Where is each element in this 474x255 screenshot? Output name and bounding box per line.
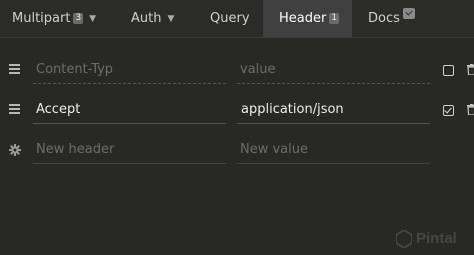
tab-auth[interactable]: Auth ▼ bbox=[131, 0, 174, 37]
tab-multipart[interactable]: Multipart 3 ▼ bbox=[12, 0, 96, 37]
tab-docs[interactable]: Docs bbox=[368, 0, 415, 37]
chevron-down-icon: ▼ bbox=[167, 13, 175, 24]
header-name-input[interactable]: Accept bbox=[33, 96, 226, 124]
header-value-input[interactable]: value bbox=[237, 56, 430, 84]
trash-icon[interactable] bbox=[467, 104, 474, 115]
tab-bar: Multipart 3 ▼ Auth ▼ Query Header 1 Docs bbox=[0, 0, 474, 38]
header-enabled-checkbox[interactable] bbox=[443, 65, 454, 76]
header-value-input[interactable]: application/json bbox=[237, 96, 430, 124]
header-enabled-checkbox[interactable] bbox=[443, 105, 454, 116]
tab-query[interactable]: Query bbox=[210, 0, 250, 37]
new-header-row: New header New value bbox=[0, 130, 474, 170]
new-header-value-input[interactable]: New value bbox=[237, 136, 430, 164]
header-row: Accept application/json bbox=[0, 90, 474, 130]
drag-handle-icon[interactable] bbox=[9, 64, 21, 74]
tab-header-badge: 1 bbox=[329, 13, 340, 24]
tab-multipart-label: Multipart bbox=[12, 11, 71, 26]
watermark-logo-icon bbox=[396, 230, 412, 248]
tab-docs-label: Docs bbox=[368, 11, 400, 26]
header-name-input[interactable]: Content-Typ bbox=[33, 56, 226, 84]
tab-query-label: Query bbox=[210, 11, 250, 26]
tab-header[interactable]: Header 1 bbox=[263, 0, 352, 37]
tab-header-label: Header bbox=[279, 11, 327, 26]
new-header-name-input[interactable]: New header bbox=[33, 136, 226, 164]
chevron-down-icon: ▼ bbox=[89, 13, 97, 24]
trash-icon[interactable] bbox=[467, 64, 474, 75]
tab-multipart-badge: 3 bbox=[73, 13, 84, 24]
tab-auth-label: Auth bbox=[131, 11, 162, 26]
check-icon bbox=[402, 8, 415, 19]
gear-icon bbox=[9, 144, 21, 156]
watermark: Pintal bbox=[396, 228, 474, 252]
header-row: Content-Typ value bbox=[0, 50, 474, 90]
watermark-text: Pintal bbox=[416, 230, 457, 247]
drag-handle-icon[interactable] bbox=[9, 104, 21, 114]
